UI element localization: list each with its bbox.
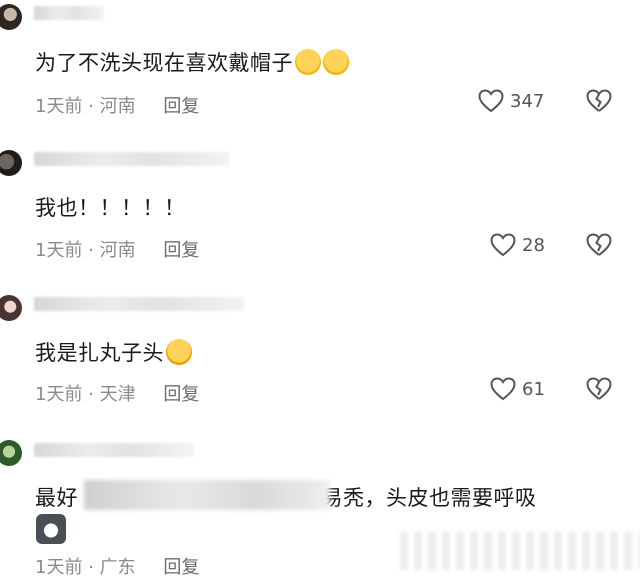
comment-location: 天津 [99, 384, 136, 405]
comment-location: 广东 [99, 557, 136, 578]
comment-text: 为了不洗头现在喜欢戴帽子 [35, 47, 349, 77]
comment-meta: 1天前 · 河南 回复 [35, 92, 199, 118]
avatar[interactable] [0, 295, 22, 321]
comment-meta: 1天前 · 河南 回复 [35, 236, 199, 262]
broken-heart-icon[interactable] [586, 377, 612, 401]
broken-heart-icon[interactable] [586, 89, 612, 113]
like-button[interactable]: 347 [478, 89, 544, 113]
meta-separator: · [88, 384, 94, 405]
username-redacted[interactable] [34, 297, 244, 311]
comment-time: 1天前 [35, 384, 83, 405]
like-count: 347 [510, 90, 545, 112]
face-holding-back-tears-icon [323, 49, 349, 75]
comment-text: 我也！！！！！ [35, 196, 186, 220]
heart-icon [490, 377, 516, 401]
comment-meta: 1天前 · 广东 回复 [35, 553, 199, 579]
avatar[interactable] [0, 150, 22, 176]
comment-location: 河南 [99, 240, 136, 261]
reply-button[interactable]: 回复 [163, 96, 199, 117]
username-redacted[interactable] [34, 443, 194, 457]
like-count: 28 [522, 234, 545, 256]
like-count: 61 [522, 378, 545, 400]
comment-location: 河南 [99, 96, 136, 117]
redacted-text-block [84, 480, 330, 510]
broken-heart-icon[interactable] [586, 233, 612, 257]
like-button[interactable]: 28 [490, 233, 545, 257]
comment-time: 1天前 [35, 557, 83, 578]
rolling-on-floor-laughing-icon [166, 339, 192, 365]
comment-meta: 1天前 · 天津 回复 [35, 380, 199, 406]
reply-button[interactable]: 回复 [163, 384, 199, 405]
meta-separator: · [88, 96, 94, 117]
heart-icon [478, 89, 504, 113]
like-button[interactable]: 61 [490, 377, 545, 401]
username-redacted[interactable] [34, 6, 104, 20]
avatar[interactable] [0, 4, 22, 30]
avatar[interactable] [0, 440, 22, 466]
meta-separator: · [88, 240, 94, 261]
reply-button[interactable]: 回复 [163, 240, 199, 261]
blurred-overlay [400, 532, 640, 570]
face-holding-back-tears-icon [295, 49, 321, 75]
meta-separator: · [88, 557, 94, 578]
username-redacted[interactable] [34, 152, 229, 166]
comment-text: 我是扎丸子头 [35, 337, 192, 367]
comment-time: 1天前 [35, 240, 83, 261]
husky-dog-icon [36, 514, 66, 544]
reply-button[interactable]: 回复 [163, 557, 199, 578]
heart-icon [490, 233, 516, 257]
comment-time: 1天前 [35, 96, 83, 117]
